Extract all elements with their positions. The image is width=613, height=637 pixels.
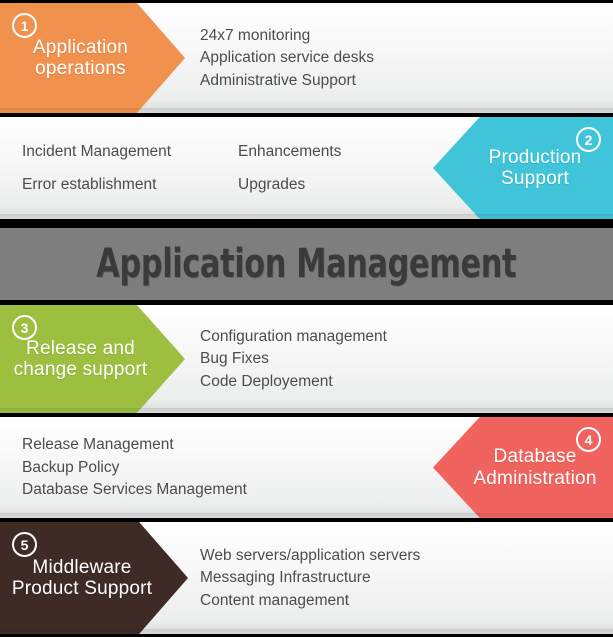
chevron-label-application-operations: Application operations (32, 36, 129, 79)
list-item: Administrative Support (200, 71, 356, 89)
bullet-list-database-administration: Release Management Backup Policy Databas… (22, 417, 247, 518)
list-item: Web servers/application servers (200, 546, 421, 564)
list-item: Content management (200, 591, 350, 609)
list-item: Enhancements (238, 142, 342, 160)
list-item: Bug Fixes (200, 350, 269, 368)
section-number-badge-3: 3 (12, 315, 37, 340)
section-row-database-administration: Database Administration 4 Release Manage… (0, 417, 613, 518)
section-row-production-support: Production Support 2 Incident Management… (0, 117, 613, 219)
list-item: Code Deployement (200, 372, 333, 390)
page-title: Application Management (96, 241, 517, 287)
section-row-application-operations: Application operations 1 24x7 monitoring… (0, 3, 613, 113)
bullet-list-middleware-product-support: Web servers/application servers Messagin… (200, 522, 420, 634)
list-item: Error establishment (22, 176, 157, 193)
chevron-label-production-support: Production Support (488, 146, 582, 189)
section-number-badge-2: 2 (576, 127, 601, 152)
section-row-release-and-change-support: Release and change support 3 Configurati… (0, 305, 613, 413)
chevron-label-middleware-product-support: Middleware Product Support (11, 556, 153, 599)
list-item: Backup Policy (22, 458, 120, 476)
bullet-list-application-operations: 24x7 monitoring Application service desk… (200, 3, 374, 113)
list-item: 24x7 monitoring (200, 26, 311, 44)
bullet-list-production-support: Incident Management Enhancements Error e… (22, 117, 341, 219)
section-number-badge-4: 4 (576, 427, 601, 452)
section-row-middleware-product-support: Middleware Product Support 5 Web servers… (0, 522, 613, 634)
list-item: Upgrades (238, 176, 306, 193)
list-item: Release Management (22, 436, 174, 454)
application-management-diagram: Application operations 1 24x7 monitoring… (0, 0, 613, 637)
title-band: Application Management (0, 228, 613, 300)
chevron-label-database-administration: Database Administration (473, 446, 597, 489)
list-item: Messaging Infrastructure (200, 569, 371, 587)
list-item: Incident Management (22, 142, 172, 160)
list-item: Database Services Management (22, 481, 247, 499)
list-item: Configuration management (200, 327, 387, 345)
section-number-badge-1: 1 (12, 13, 37, 38)
list-item: Application service desks (200, 49, 375, 67)
bullet-list-release-and-change-support: Configuration management Bug Fixes Code … (200, 305, 387, 413)
section-number-badge-5: 5 (12, 532, 37, 557)
chevron-label-release-and-change-support: Release and change support (13, 337, 148, 380)
